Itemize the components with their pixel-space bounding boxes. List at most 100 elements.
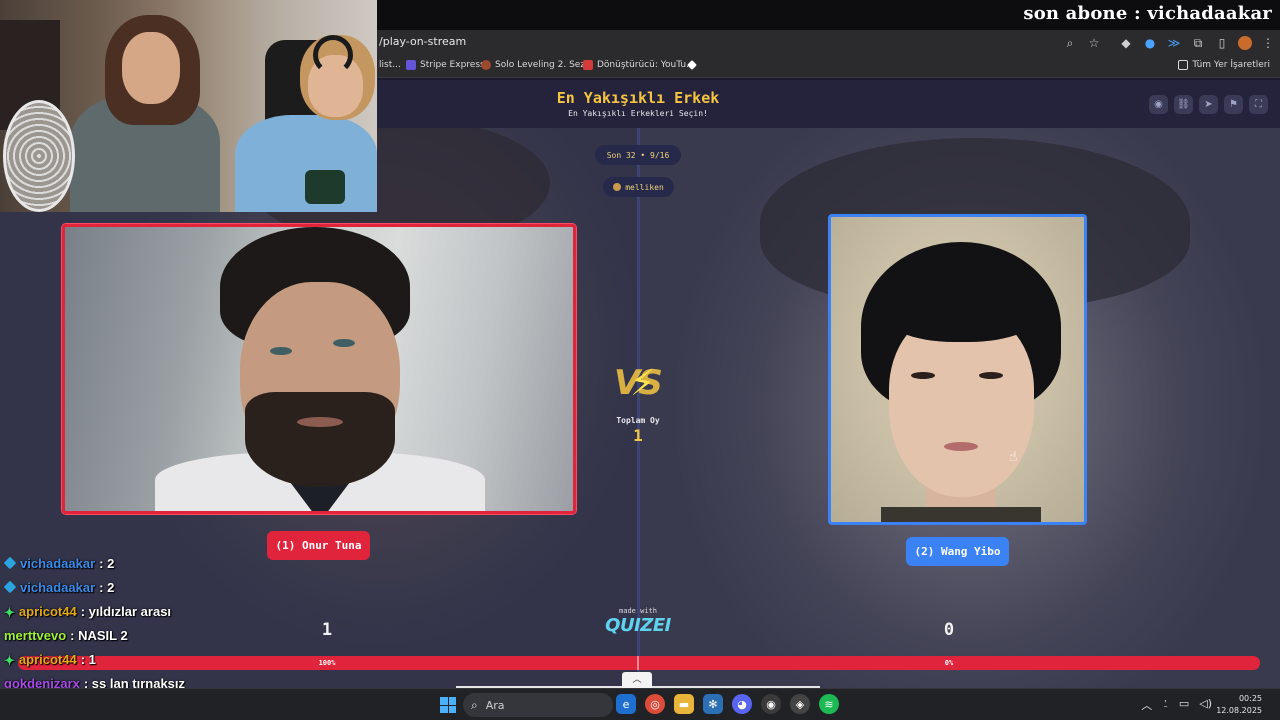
chat-message: vichadaakar: 2 xyxy=(3,551,115,575)
star-badge-icon: ✦ xyxy=(4,653,15,668)
chat-message: merttvevo: NASIL 2 xyxy=(4,623,128,647)
extension-diamond-icon[interactable]: ◆ xyxy=(1114,32,1138,54)
clock[interactable]: 00:25 12.08.2025 xyxy=(1216,693,1262,717)
bookmark-item[interactable] xyxy=(687,60,697,70)
vote-progress-fill xyxy=(18,656,1260,670)
photo-shape xyxy=(944,442,978,451)
menu-kebab-icon[interactable]: ⋮ xyxy=(1256,32,1280,54)
photo-shape xyxy=(333,339,355,347)
right-vote-count: 0 xyxy=(943,620,955,640)
clock-time: 00:25 xyxy=(1238,694,1262,703)
chat-text: : 2 xyxy=(99,555,115,571)
display-icon[interactable]: ▭ xyxy=(1179,697,1189,713)
contestant-left-button[interactable]: (1) Onur Tuna xyxy=(267,531,370,560)
progress-midline xyxy=(637,656,639,670)
photo-shape xyxy=(979,372,1003,379)
chat-message: ✦ apricot44: yıldızlar arası xyxy=(4,599,171,623)
quizei-logo[interactable]: QUIZEI xyxy=(598,615,678,636)
total-votes-value: 1 xyxy=(633,426,643,445)
lightning-icon: ⚡ xyxy=(630,363,656,404)
chevron-up-icon[interactable]: ︿ xyxy=(1141,697,1152,713)
obs-icon[interactable]: ◉ xyxy=(761,694,781,714)
link-icon[interactable]: ⛓ xyxy=(1174,95,1193,114)
round-badge: Son 32 • 9/16 xyxy=(595,145,681,165)
microphone-icon[interactable]: ⍘ xyxy=(1162,697,1169,713)
all-bookmarks[interactable]: Tüm Yer İşaretleri xyxy=(1178,60,1270,70)
contestant-right-photo[interactable]: ☝ xyxy=(828,214,1087,525)
app-icon[interactable]: ◈ xyxy=(790,694,810,714)
windows-start-icon[interactable] xyxy=(440,697,456,713)
bookmark-item[interactable]: list... xyxy=(379,60,401,70)
screen: /play-on-stream ⌕ ☆ ◆ ● ≫ ⧉ ▯ ⋮ list... … xyxy=(0,0,1280,720)
eye-icon[interactable]: ◉ xyxy=(1149,95,1168,114)
center-divider xyxy=(637,128,640,688)
profile-avatar[interactable] xyxy=(1238,36,1252,50)
user-avatar-icon xyxy=(613,183,622,191)
webcam-shape xyxy=(313,35,353,75)
bookmark-item[interactable]: Solo Leveling 2. Sez... xyxy=(481,60,594,70)
subscriber-badge-icon xyxy=(3,580,17,594)
right-percent: 0% xyxy=(944,659,954,667)
bookmarks-bar: list... Stripe Express Solo Leveling 2. … xyxy=(377,56,1280,78)
header-actions: ◉ ⛓ ➤ ⚑ ⛶ xyxy=(1149,95,1268,114)
discord-icon[interactable]: ◕ xyxy=(732,694,752,714)
photo-shape xyxy=(270,347,292,355)
converter-icon xyxy=(583,60,593,70)
bookmark-label: list... xyxy=(379,60,401,70)
hand-cursor-icon: ☝ xyxy=(1009,449,1018,465)
latest-subscriber-text: son abone : vichadaakar xyxy=(1023,3,1272,24)
chat-message: ✦ apricot44: 1 xyxy=(4,647,96,671)
vs-logo: VS ⚡ xyxy=(610,363,666,407)
edge-icon[interactable]: e xyxy=(616,694,636,714)
chrome-icon[interactable]: ◎ xyxy=(645,694,665,714)
bookmark-label: Stripe Express xyxy=(420,60,485,70)
total-votes-label: Toplam Oy xyxy=(616,416,660,425)
sidebar-icon[interactable]: ▯ xyxy=(1210,32,1234,54)
extension-waves-icon[interactable]: ≫ xyxy=(1162,32,1186,54)
spotify-icon[interactable]: ≋ xyxy=(819,694,839,714)
chat-username: merttvevo xyxy=(4,627,67,643)
flag-icon[interactable]: ⚑ xyxy=(1224,95,1243,114)
subscriber-badge-icon xyxy=(3,556,17,570)
taskbar-search[interactable]: ⌕ Ara xyxy=(463,693,613,717)
extensions-puzzle-icon[interactable]: ⧉ xyxy=(1186,32,1210,54)
address-bar: /play-on-stream ⌕ ☆ ◆ ● ≫ ⧉ ▯ ⋮ xyxy=(377,30,1280,56)
photo-shape xyxy=(297,417,343,427)
stripe-icon xyxy=(406,60,416,70)
bookmark-diamond-icon xyxy=(687,60,697,70)
solo-leveling-icon xyxy=(481,60,491,70)
user-badge: melliken xyxy=(603,177,674,197)
photo-shape xyxy=(881,507,1041,522)
volume-icon[interactable]: ◁) xyxy=(1199,697,1212,713)
bookmark-label: Solo Leveling 2. Sez... xyxy=(495,60,594,70)
system-tray: ︿ ⍘ ▭ ◁) xyxy=(1141,697,1212,713)
bookmark-label: Dönüştürücü: YouTu... xyxy=(597,60,695,70)
webcam-overlay xyxy=(0,0,377,212)
extension-globe-icon[interactable]: ● xyxy=(1138,32,1162,54)
contestant-left-photo[interactable] xyxy=(62,224,576,514)
app-settings-icon[interactable]: ✻ xyxy=(703,694,723,714)
url-field[interactable]: /play-on-stream xyxy=(379,35,466,48)
all-bookmarks-label: Tüm Yer İşaretleri xyxy=(1192,60,1270,70)
chat-message: vichadaakar: 2 xyxy=(3,575,115,599)
zoom-icon[interactable]: ⌕ xyxy=(1058,32,1082,54)
chevron-up-icon[interactable]: ︿ xyxy=(622,672,652,688)
bookmark-item[interactable]: Stripe Express xyxy=(406,60,485,70)
webcam-shape xyxy=(122,32,180,104)
bookmark-item[interactable]: Dönüştürücü: YouTu... xyxy=(583,60,695,70)
chat-text: : yıldızlar arası xyxy=(80,603,172,619)
send-icon[interactable]: ➤ xyxy=(1199,95,1218,114)
file-explorer-icon[interactable]: ▬ xyxy=(674,694,694,714)
chat-username: vichadaakar xyxy=(20,579,96,595)
bookmark-star-icon[interactable]: ☆ xyxy=(1082,32,1106,54)
contestant-right-button[interactable]: (2) Wang Yibo xyxy=(906,537,1009,566)
taskbar-apps: e ◎ ▬ ✻ ◕ ◉ ◈ ≋ xyxy=(616,694,839,714)
chat-text: : NASIL 2 xyxy=(70,627,128,643)
search-icon: ⌕ xyxy=(471,697,478,712)
left-vote-count: 1 xyxy=(321,620,333,640)
chat-text: : 2 xyxy=(99,579,115,595)
taskbar: ⌕ Ara e ◎ ▬ ✻ ◕ ◉ ◈ ≋ ︿ ⍘ ▭ ◁) 00:25 12.… xyxy=(0,688,1280,720)
star-badge-icon: ✦ xyxy=(4,605,15,620)
fullscreen-icon[interactable]: ⛶ xyxy=(1249,95,1268,114)
